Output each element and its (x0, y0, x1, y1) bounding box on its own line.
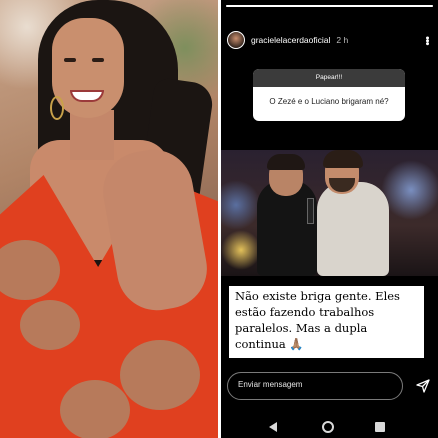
stage-light (221, 230, 261, 270)
singer-right-hair (323, 150, 363, 168)
recent-apps-icon[interactable] (375, 422, 385, 432)
more-vertical-icon[interactable]: ••• (421, 36, 433, 45)
plant-blur (60, 380, 130, 438)
story-caption: Não existe briga gente. Eles estão fazen… (229, 286, 424, 358)
avatar[interactable] (227, 31, 245, 49)
username[interactable]: gracielelacerdaoficial (251, 35, 330, 45)
earring (50, 96, 64, 120)
microphone (307, 198, 314, 224)
story-progress-bar (226, 5, 433, 7)
plant-blur (20, 300, 80, 350)
question-sticker-text: O Zezé e o Luciano brigaram né? (269, 97, 389, 106)
right-eye (92, 58, 104, 62)
android-nav-bar (221, 418, 438, 438)
back-icon[interactable] (269, 422, 277, 432)
send-icon[interactable] (416, 379, 430, 393)
home-icon[interactable] (322, 421, 334, 433)
concert-photo (221, 150, 438, 276)
stage-light (381, 160, 438, 220)
instagram-story[interactable]: gracielelacerdaoficial 2 h ••• Papear!!!… (221, 0, 438, 438)
stage-light (221, 180, 261, 230)
left-eye (64, 58, 76, 62)
story-progress-fill (226, 5, 433, 7)
question-sticker-title: Papear!!! (253, 69, 405, 87)
story-header: gracielelacerdaoficial 2 h ••• (227, 30, 433, 50)
portrait-photo (0, 0, 218, 438)
post-time: 2 h (336, 35, 349, 45)
plant-blur (120, 340, 200, 410)
message-placeholder: Enviar mensagem (238, 380, 303, 389)
singer-left-hair (267, 154, 305, 170)
singer-right-body (317, 182, 389, 276)
message-input[interactable]: Enviar mensagem (227, 372, 403, 400)
question-sticker: Papear!!! O Zezé e o Luciano brigaram né… (253, 69, 405, 121)
